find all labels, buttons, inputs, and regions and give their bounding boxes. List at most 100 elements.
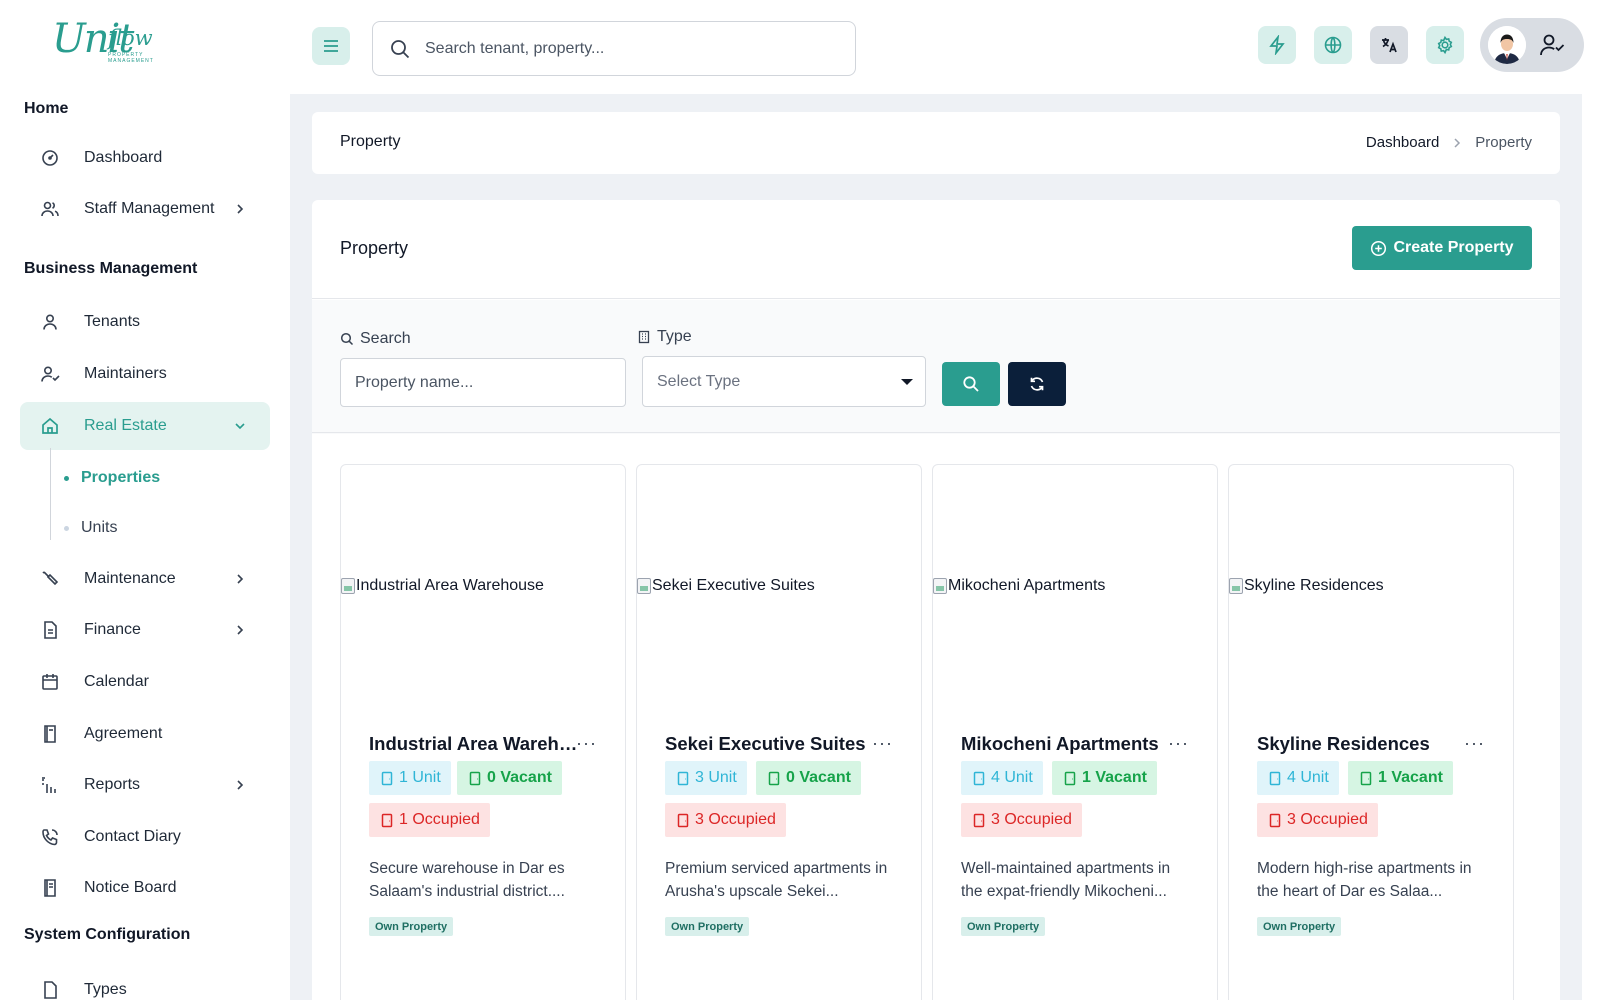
occupied-count: 3 Occupied xyxy=(991,811,1072,828)
property-image-alt: Skyline Residences xyxy=(1244,577,1384,594)
search-button[interactable] xyxy=(942,362,1000,406)
sidebar-item-dashboard[interactable]: Dashboard xyxy=(20,134,270,182)
type-select[interactable]: Select Type xyxy=(642,356,926,407)
logo-word: flow xyxy=(108,26,153,50)
sidebar-item-label: Notice Board xyxy=(84,879,177,896)
settings-button[interactable] xyxy=(1426,26,1464,64)
property-ownership-tag: Own Property xyxy=(665,917,750,936)
occupied-count: 3 Occupied xyxy=(695,811,776,828)
user-profile-menu[interactable] xyxy=(1480,18,1584,72)
more-options-button[interactable]: ··· xyxy=(1464,733,1485,754)
property-image: Skyline Residences xyxy=(1229,577,1384,595)
broken-image-icon xyxy=(341,578,355,594)
sidebar-item-agreement[interactable]: Agreement xyxy=(20,710,270,758)
units-badge: 3 Unit xyxy=(665,761,747,795)
property-name[interactable]: Industrial Area Warehouse xyxy=(369,733,579,755)
sidebar-item-notice-board[interactable]: Notice Board xyxy=(20,864,270,912)
sidebar-subitem-properties[interactable]: Properties xyxy=(64,463,160,493)
property-image: Sekei Executive Suites xyxy=(637,577,815,595)
caret-down-icon xyxy=(901,379,913,385)
property-image: Industrial Area Warehouse xyxy=(341,577,544,595)
building-icon xyxy=(638,330,650,344)
property-image-alt: Sekei Executive Suites xyxy=(652,577,815,594)
property-name[interactable]: Mikocheni Apartments xyxy=(961,733,1171,755)
calendar-icon xyxy=(40,672,60,692)
breadcrumb-current: Property xyxy=(1475,134,1532,151)
property-name[interactable]: Sekei Executive Suites xyxy=(665,733,875,755)
property-card[interactable]: Skyline Residences Skyline Residences ··… xyxy=(1228,464,1514,1000)
sidebar-item-label: Maintainers xyxy=(84,365,167,382)
more-options-button[interactable]: ··· xyxy=(1168,733,1189,754)
sidebar-item-label: Types xyxy=(84,981,127,998)
vacant-count: 0 Vacant xyxy=(786,769,851,786)
sidebar-item-label: Dashboard xyxy=(84,149,163,166)
property-card[interactable]: Sekei Executive Suites Sekei Executive S… xyxy=(636,464,922,1000)
plus-circle-icon xyxy=(1371,240,1387,256)
translate-button[interactable] xyxy=(1370,26,1408,64)
sidebar-item-real-estate[interactable]: Real Estate xyxy=(20,402,270,450)
chevron-right-icon xyxy=(1454,137,1461,148)
language-globe-button[interactable] xyxy=(1314,26,1352,64)
sidebar-item-label: Reports xyxy=(84,776,141,793)
broken-image-icon xyxy=(933,578,947,594)
section-system-configuration: System Configuration xyxy=(24,926,191,943)
sidebar-item-calendar[interactable]: Calendar xyxy=(20,658,270,706)
breadcrumb-link-dashboard[interactable]: Dashboard xyxy=(1366,134,1439,151)
units-count: 4 Unit xyxy=(1287,769,1329,786)
chevron-down-icon xyxy=(232,418,248,434)
sidebar-item-contact-diary[interactable]: Contact Diary xyxy=(20,813,270,861)
chevron-right-icon xyxy=(232,622,248,638)
property-name[interactable]: Skyline Residences xyxy=(1257,733,1467,755)
door-icon xyxy=(1269,771,1281,785)
occupied-badge: 1 Occupied xyxy=(369,803,490,837)
file-icon xyxy=(40,980,60,1000)
sidebar-item-reports[interactable]: Reports xyxy=(20,761,270,809)
menu-icon xyxy=(324,40,338,52)
property-ownership-tag: Own Property xyxy=(961,917,1046,936)
sidebar-item-staff-management[interactable]: Staff Management xyxy=(20,185,270,233)
lightning-icon xyxy=(1269,35,1285,55)
sidebar-item-types[interactable]: Types xyxy=(20,966,270,1000)
sidebar-item-maintenance[interactable]: Maintenance xyxy=(20,555,270,603)
refresh-icon xyxy=(1030,377,1044,391)
dashboard-gauge-icon xyxy=(40,148,60,168)
sidebar-item-label: Calendar xyxy=(84,673,149,690)
door-icon xyxy=(1064,771,1076,785)
search-filter-label-text: Search xyxy=(360,330,411,347)
breadcrumb: Dashboard Property xyxy=(1366,134,1532,151)
create-property-button[interactable]: Create Property xyxy=(1352,226,1532,270)
door-icon xyxy=(768,771,780,785)
units-badge: 1 Unit xyxy=(369,761,451,795)
menu-toggle-button[interactable] xyxy=(312,27,350,65)
more-options-button[interactable]: ··· xyxy=(576,733,597,754)
submenu-guide-line xyxy=(50,448,51,540)
type-filter-label: Type xyxy=(637,328,692,346)
quick-actions-button[interactable] xyxy=(1258,26,1296,64)
global-search-input[interactable] xyxy=(425,32,835,66)
property-description: Modern high-rise apartments in the heart… xyxy=(1257,860,1472,900)
sidebar: Unit flow property management Home Dashb… xyxy=(0,0,288,1000)
property-image: Mikocheni Apartments xyxy=(933,577,1105,595)
units-count: 4 Unit xyxy=(991,769,1033,786)
sidebar-subitem-units[interactable]: Units xyxy=(64,513,117,543)
occupied-badge: 3 Occupied xyxy=(665,803,786,837)
property-name-input[interactable] xyxy=(340,358,626,407)
global-search[interactable] xyxy=(372,21,856,76)
sidebar-item-tenants[interactable]: Tenants xyxy=(20,298,270,346)
phone-icon xyxy=(40,827,60,847)
document-icon xyxy=(40,620,60,640)
search-icon xyxy=(391,40,410,59)
unitflow-logo[interactable]: Unit flow property management xyxy=(52,16,172,64)
sidebar-item-maintainers[interactable]: Maintainers xyxy=(20,350,270,398)
door-icon xyxy=(1269,813,1281,827)
search-filter-label: Search xyxy=(340,330,411,348)
sidebar-item-finance[interactable]: Finance xyxy=(20,606,270,654)
translate-icon xyxy=(1382,38,1397,53)
property-card[interactable]: Mikocheni Apartments Mikocheni Apartment… xyxy=(932,464,1218,1000)
property-card[interactable]: Industrial Area Warehouse Industrial Are… xyxy=(340,464,626,1000)
avatar xyxy=(1488,26,1526,64)
property-ownership-tag: Own Property xyxy=(369,917,454,936)
search-icon xyxy=(963,376,979,392)
reset-filters-button[interactable] xyxy=(1008,362,1066,406)
more-options-button[interactable]: ··· xyxy=(872,733,893,754)
